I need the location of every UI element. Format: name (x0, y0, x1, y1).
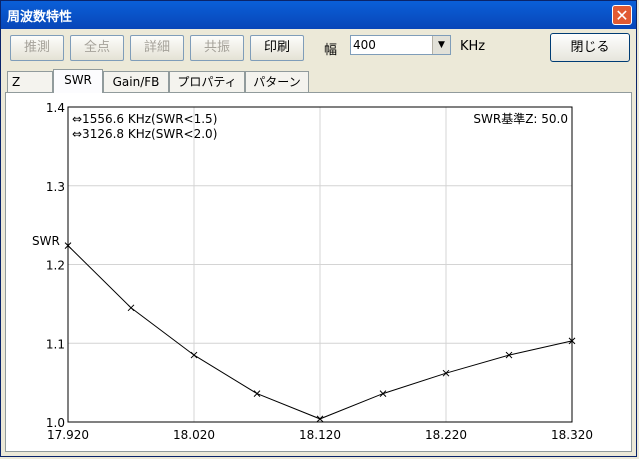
toolbar: 推測 全点 詳細 共振 印刷 幅 KHz (1, 31, 636, 63)
y-tick-label: 1.3 (46, 180, 65, 194)
reference-impedance-label: SWR基準Z: 50.0 (473, 111, 568, 126)
x-tick-label: 18.320 (551, 428, 593, 442)
all-points-button[interactable]: 全点 (70, 35, 124, 61)
data-point-marker (253, 390, 261, 398)
bandwidth-annotation-2: ⇔3126.8 KHz(SWR<2.0) (72, 127, 217, 141)
y-tick-label: 1.2 (46, 259, 65, 273)
y-tick-label: 1.1 (46, 337, 65, 351)
title-bar: 周波数特性 ✕ (1, 1, 636, 29)
width-select[interactable]: 400 ▼ (350, 35, 451, 55)
print-button[interactable]: 印刷 (250, 35, 304, 61)
chart-panel: 17.920 18.020 18.120 18.220 18.320 1.0 1.1 1.2 1… (5, 92, 632, 452)
y-axis-label: SWR (32, 234, 60, 248)
y-tick-label: 1.0 (46, 416, 65, 430)
tab-properties[interactable]: プロパティ (169, 71, 245, 92)
x-tick-label: 17.920 (47, 428, 89, 442)
window: 周波数特性 ✕ 推測 全点 詳細 共振 印刷 幅 KHz 400 ▼ 閉じる Z… (0, 0, 637, 457)
data-point-marker (379, 390, 387, 398)
estimate-button[interactable]: 推測 (10, 35, 64, 61)
x-tick-label: 18.220 (425, 428, 467, 442)
x-tick-label: 18.120 (299, 428, 341, 442)
tab-gain-fb[interactable]: Gain/FB (103, 71, 169, 92)
unit-label: KHz (460, 39, 486, 54)
width-label: 幅 (324, 43, 338, 58)
data-point-marker (127, 304, 135, 312)
x-tick-label: 18.020 (173, 428, 215, 442)
bandwidth-annotation-1: ⇔1556.6 KHz(SWR<1.5) (72, 112, 217, 126)
tab-swr[interactable]: SWR (53, 69, 103, 93)
details-button[interactable]: 詳細 (130, 35, 184, 61)
tab-pattern[interactable]: パターン (245, 71, 309, 92)
width-select-value: 400 (353, 38, 376, 52)
tab-z[interactable]: Z (7, 71, 53, 92)
swr-chart: 17.920 18.020 18.120 18.220 18.320 1.0 1.1 1.2 1… (32, 101, 593, 442)
window-title: 周波数特性 (7, 10, 73, 25)
y-tick-label: 1.4 (46, 101, 65, 115)
close-button[interactable]: 閉じる (550, 33, 630, 62)
chevron-down-icon[interactable]: ▼ (432, 36, 450, 54)
window-close-button[interactable]: ✕ (612, 5, 632, 25)
resonance-button[interactable]: 共振 (190, 35, 244, 61)
